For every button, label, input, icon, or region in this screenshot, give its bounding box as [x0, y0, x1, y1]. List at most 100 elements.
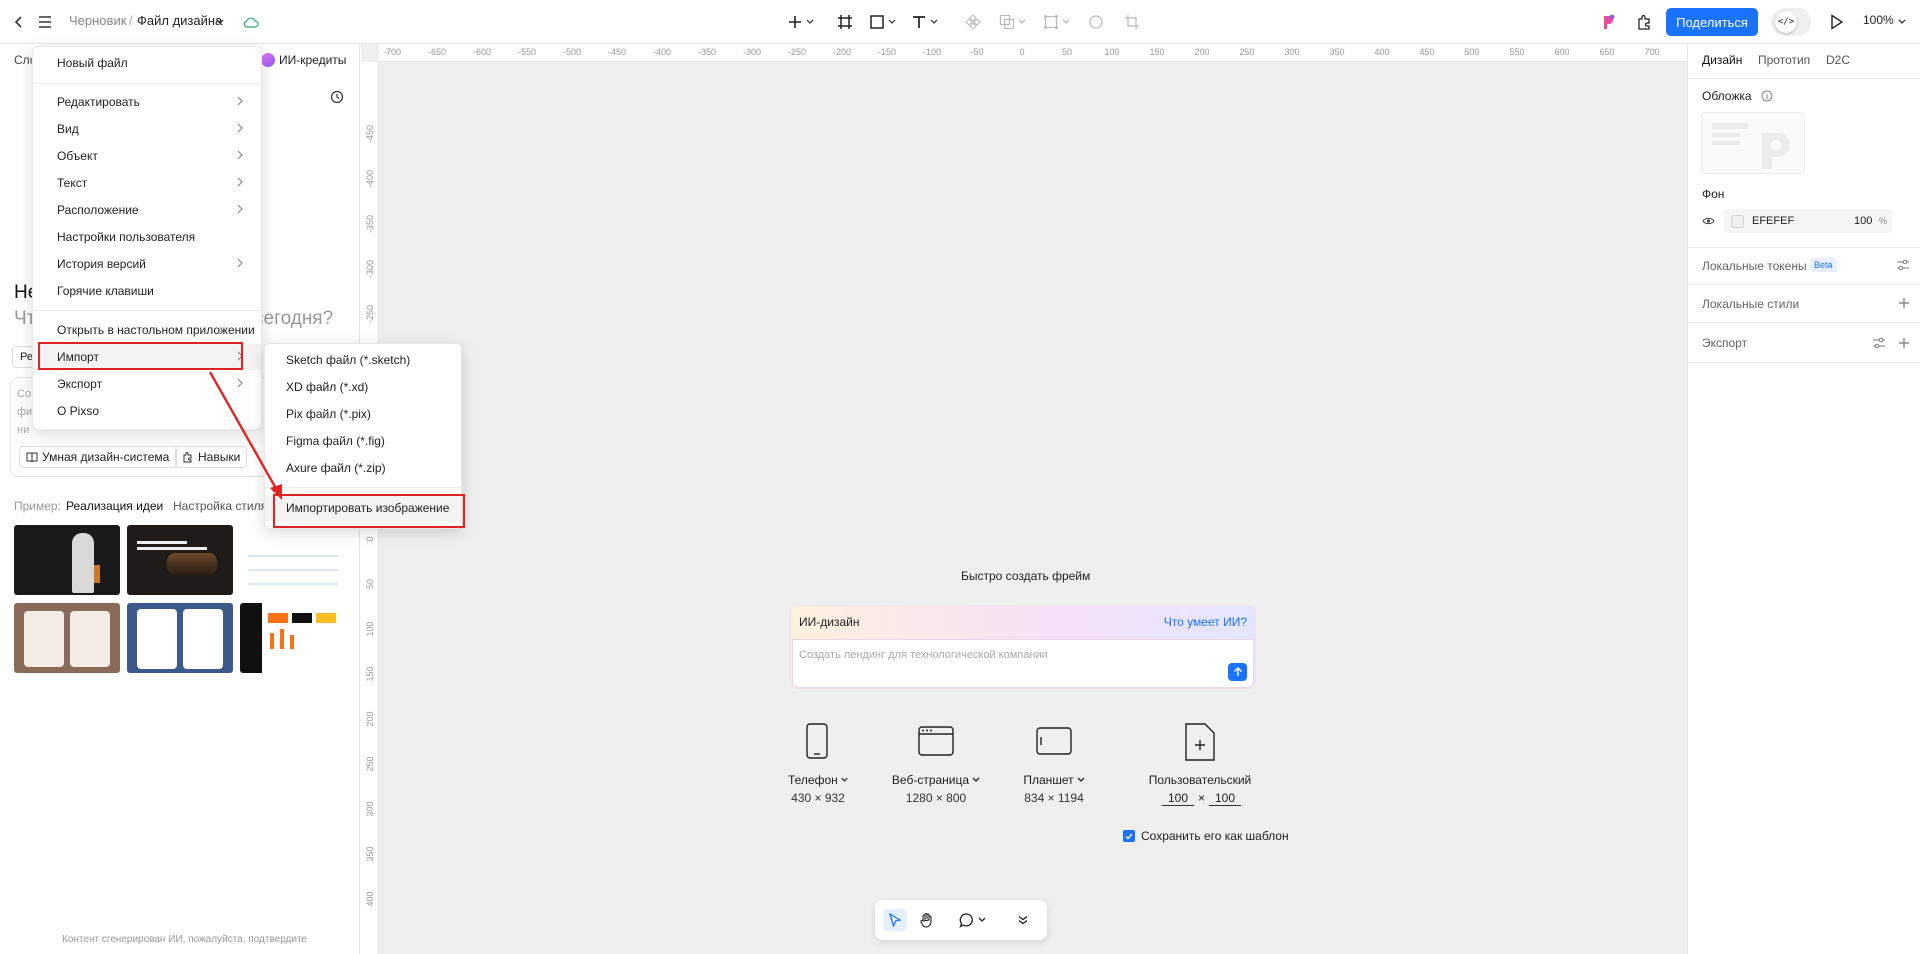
example-thumbnail[interactable]	[14, 525, 120, 595]
menu-item-arrange[interactable]: Расположение	[33, 197, 261, 223]
example-thumbnail[interactable]	[240, 525, 346, 595]
add-export-icon[interactable]	[1898, 337, 1910, 349]
tablet-device-icon[interactable]	[1036, 727, 1072, 755]
check-icon	[1125, 833, 1133, 840]
frame-tool-icon[interactable]	[834, 11, 856, 33]
chevron-down-icon[interactable]	[1016, 11, 1028, 33]
import-xd[interactable]: XD файл (*.xd)	[265, 374, 461, 400]
send-arrow-icon[interactable]	[1228, 663, 1247, 681]
tab-design[interactable]: Дизайн	[1702, 53, 1742, 67]
tab-d2c[interactable]: D2C	[1826, 53, 1850, 67]
custom-option[interactable]: Пользовательский	[1142, 773, 1258, 787]
double-chevron-icon[interactable]	[1011, 909, 1035, 931]
menu-item-user-settings[interactable]: Настройки пользователя	[33, 224, 261, 250]
share-button[interactable]: Поделиться	[1666, 8, 1758, 36]
example-thumbnail[interactable]	[14, 603, 120, 673]
example-thumbnail[interactable]	[127, 603, 233, 673]
mask-icon[interactable]	[1040, 11, 1062, 33]
custom-file-icon[interactable]	[1185, 723, 1215, 761]
tab-prototype[interactable]: Прототип	[1758, 53, 1810, 67]
menu-item-text[interactable]: Текст	[33, 170, 261, 196]
cover-label: Обложка	[1702, 89, 1752, 103]
menu-item-shortcuts[interactable]: Горячие клавиши	[33, 278, 261, 304]
chevron-down-icon[interactable]	[804, 11, 816, 33]
hand-icon[interactable]	[915, 909, 939, 931]
ai-design-label: ИИ-дизайн	[799, 615, 860, 629]
menu-item-new-file[interactable]: Новый файл	[33, 50, 261, 76]
ruler-tick: -300	[365, 259, 375, 279]
background-fill-field[interactable]: EFEFEF 100 %	[1724, 209, 1892, 233]
chevron-down-icon[interactable]	[214, 11, 226, 33]
back-chevron-icon[interactable]	[8, 11, 30, 33]
menu-item-version-history[interactable]: История версий	[33, 251, 261, 277]
chevron-down-icon[interactable]	[928, 11, 940, 33]
ruler-tick: 50	[365, 578, 375, 590]
beta-badge: Beta	[1810, 258, 1837, 272]
breadcrumb-draft[interactable]: Черновик	[69, 13, 126, 28]
ruler-tick: 550	[1509, 47, 1525, 57]
file-name[interactable]: Файл дизайна	[137, 13, 222, 28]
ellipse-icon[interactable]	[1085, 11, 1107, 33]
export-label: Экспорт	[1702, 336, 1748, 350]
menu-item-edit[interactable]: Редактировать	[33, 89, 261, 115]
menu-item-open-desktop[interactable]: Открыть в настольном приложении	[33, 317, 261, 343]
menu-item-view[interactable]: Вид	[33, 116, 261, 142]
design-system-button[interactable]: Умная дизайн-система	[19, 446, 177, 468]
ruler-tick: -100	[922, 47, 942, 57]
color-swatch[interactable]	[1731, 215, 1744, 228]
chevron-down-icon[interactable]	[975, 909, 989, 931]
add-icon[interactable]	[784, 11, 806, 33]
import-pix[interactable]: Pix файл (*.pix)	[265, 401, 461, 427]
ai-prompt-input[interactable]: Создать лендинг для технологической комп…	[792, 639, 1254, 688]
ruler-tick: 400	[1374, 47, 1390, 57]
dev-mode-toggle[interactable]: </>	[1771, 8, 1811, 36]
chevron-down-icon[interactable]	[886, 11, 898, 33]
rectangle-tool-icon[interactable]	[866, 11, 888, 33]
zoom-level[interactable]: 100%	[1863, 13, 1894, 27]
phone-option[interactable]: Телефон	[788, 773, 848, 787]
example-tab-idea[interactable]: Реализация идеи	[66, 499, 163, 513]
import-figma[interactable]: Figma файл (*.fig)	[265, 428, 461, 454]
tablet-option[interactable]: Планшет	[1018, 773, 1090, 787]
save-template-checkbox[interactable]	[1123, 830, 1135, 842]
ruler-tick: 0	[1019, 47, 1025, 57]
ai-capabilities-link[interactable]: Что умеет ИИ?	[1164, 615, 1247, 629]
custom-width-input[interactable]: 100	[1162, 791, 1194, 806]
chevron-down-icon[interactable]	[1060, 11, 1072, 33]
example-thumbnail[interactable]	[240, 603, 346, 673]
ruler-tick: 250	[365, 756, 375, 772]
info-icon[interactable]	[1761, 90, 1773, 102]
import-sketch[interactable]: Sketch файл (*.sketch)	[265, 347, 461, 373]
plugin-icon[interactable]	[1633, 11, 1655, 33]
component-icon[interactable]	[962, 11, 984, 33]
background-opacity[interactable]: 100	[1854, 215, 1872, 227]
background-hex[interactable]: EFEFEF	[1752, 215, 1794, 227]
hamburger-menu-icon[interactable]	[34, 11, 56, 33]
menu-item-object[interactable]: Объект	[33, 143, 261, 169]
add-style-icon[interactable]	[1898, 297, 1910, 309]
export-settings-icon[interactable]	[1872, 337, 1886, 349]
custom-height-input[interactable]: 100	[1209, 791, 1242, 806]
settings-sliders-icon[interactable]	[1896, 259, 1910, 271]
eye-icon[interactable]	[1702, 216, 1715, 228]
ruler-tick: -400	[365, 169, 375, 189]
webpage-device-icon[interactable]	[918, 726, 954, 756]
design-canvas[interactable]	[361, 44, 1687, 954]
ai-design-card: ИИ-дизайн Что умеет ИИ? Создать лендинг …	[790, 605, 1256, 689]
import-axure[interactable]: Axure файл (*.zip)	[265, 455, 461, 481]
ruler-tick: -250	[365, 304, 375, 324]
ai-credits[interactable]: ИИ-кредиты	[279, 53, 346, 67]
webpage-option[interactable]: Веб-страница	[888, 773, 984, 787]
phone-device-icon[interactable]	[806, 723, 828, 759]
text-tool-icon[interactable]	[908, 11, 930, 33]
history-icon[interactable]	[330, 90, 344, 104]
boolean-icon[interactable]	[996, 11, 1018, 33]
chevron-down-icon[interactable]	[1896, 11, 1908, 33]
example-thumbnail[interactable]	[127, 525, 233, 595]
move-cursor-icon[interactable]	[883, 909, 907, 931]
play-icon[interactable]	[1826, 11, 1848, 33]
cover-thumbnail[interactable]	[1701, 112, 1805, 174]
chevron-down-icon	[841, 777, 848, 782]
crop-icon[interactable]	[1121, 11, 1143, 33]
pixso-ai-logo-icon[interactable]	[1597, 11, 1619, 33]
